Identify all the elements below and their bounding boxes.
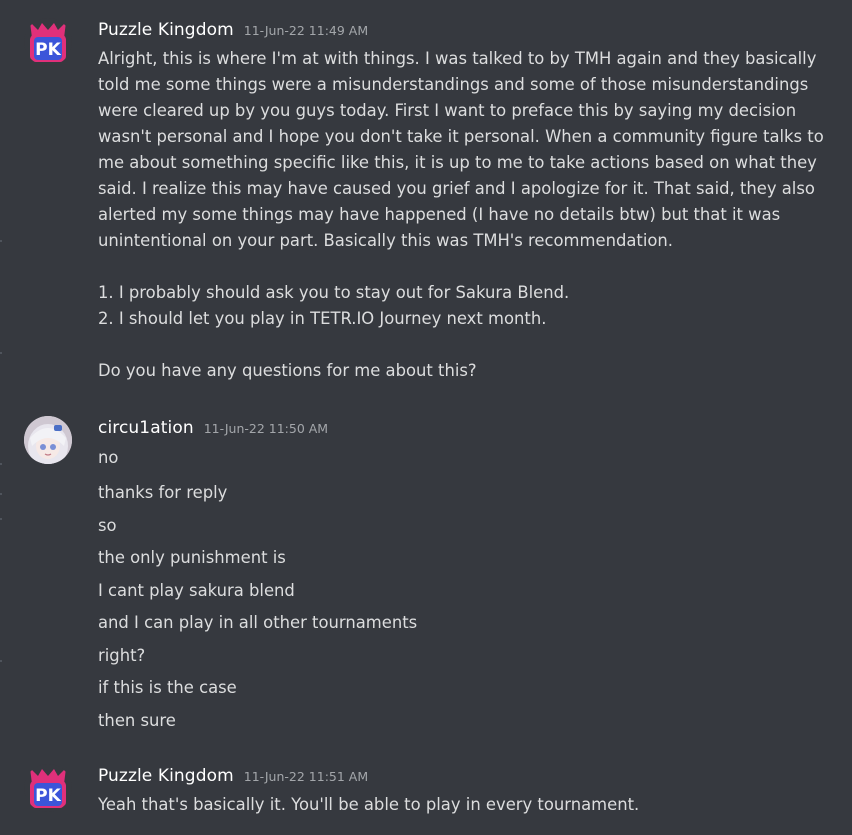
message-paragraph: Alright, this is where I'm at with thing… — [98, 49, 824, 250]
message-line: and I can play in all other tournaments — [98, 613, 418, 632]
username[interactable]: circu1ation — [98, 418, 194, 438]
message-line: 1. I probably should ask you to stay out… — [98, 283, 570, 302]
message-line: Do you have any questions for me about t… — [98, 361, 477, 380]
message-line: no — [98, 448, 119, 467]
message-line: if this is the case — [98, 678, 237, 697]
puzzle-kingdom-logo-icon[interactable]: PK — [24, 18, 72, 66]
gutter-mark — [0, 352, 2, 354]
message-line: I cant play sakura blend — [98, 581, 295, 600]
svg-text:PK: PK — [35, 786, 61, 806]
message-line: then sure — [98, 711, 176, 730]
gutter-mark — [0, 660, 2, 662]
svg-text:PK: PK — [35, 40, 61, 60]
gutter-mark — [0, 463, 2, 465]
message-line: Yeah that's basically it. You'll be able… — [98, 795, 640, 814]
anime-girl-avatar-icon[interactable] — [24, 416, 72, 464]
username[interactable]: Puzzle Kingdom — [98, 766, 234, 786]
message-line: thanks for reply — [98, 483, 228, 502]
gutter-mark — [0, 240, 2, 242]
gutter-mark — [0, 518, 2, 520]
message-line: 2. I should let you play in TETR.IO Jour… — [98, 309, 547, 328]
gutter-mark — [0, 493, 2, 495]
message-line: so — [98, 516, 117, 535]
timestamp[interactable]: 11-Jun-22 11:50 AM — [204, 421, 328, 436]
message-body: Alright, this is where I'm at with thing… — [98, 46, 833, 384]
username[interactable]: Puzzle Kingdom — [98, 20, 234, 40]
message-line: the only punishment is — [98, 548, 286, 567]
timestamp[interactable]: 11-Jun-22 11:49 AM — [244, 23, 368, 38]
message-header: Puzzle Kingdom 11-Jun-22 11:49 AM — [98, 20, 368, 40]
message-line: right? — [98, 646, 146, 665]
message-header: circu1ation 11-Jun-22 11:50 AM — [98, 418, 328, 438]
puzzle-kingdom-logo-icon[interactable]: PK — [24, 764, 72, 812]
timestamp[interactable]: 11-Jun-22 11:51 AM — [244, 769, 368, 784]
message-header: Puzzle Kingdom 11-Jun-22 11:51 AM — [98, 766, 368, 786]
